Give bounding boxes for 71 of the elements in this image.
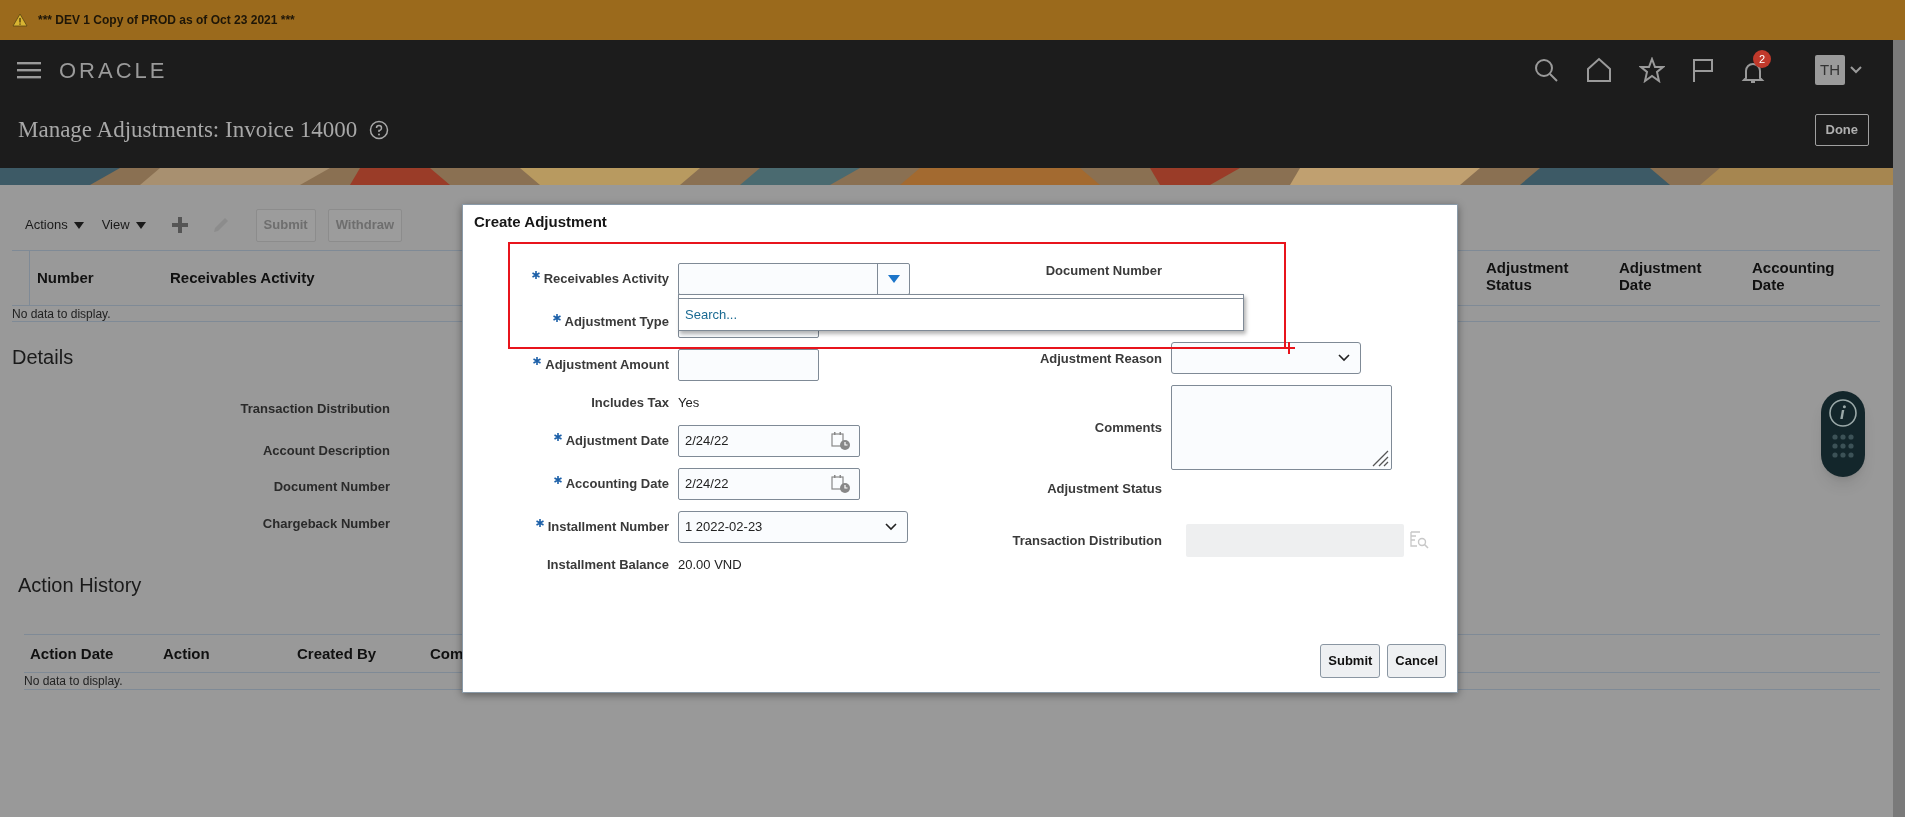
caret-down-icon[interactable] [73, 221, 84, 229]
combo-field[interactable] [678, 262, 910, 295]
field-label: Comments [1094, 419, 1162, 436]
section-title: Details [12, 345, 74, 370]
field-label: Transaction Distribution [240, 400, 390, 418]
date-field[interactable]: 2/24/22 [678, 424, 860, 457]
calendar-icon[interactable] [831, 473, 851, 494]
empty-message: No data to display. [24, 673, 123, 690]
info-widget[interactable] [1821, 391, 1865, 477]
menu-button[interactable]: Actions [25, 215, 84, 235]
column-header[interactable]: Adjustment Status [1486, 259, 1586, 293]
search-icon [1410, 531, 1429, 550]
banner-text: *** DEV 1 Copy of PROD as of Oct 23 2021 *** [38, 12, 295, 29]
dialog-title: Create Adjustment [474, 211, 607, 232]
field-label: Transaction Distribution [1012, 532, 1162, 549]
field-label: Chargeback Number [262, 514, 390, 533]
field-label: Installment Balance [546, 556, 669, 573]
star-icon[interactable] [1639, 57, 1665, 83]
field-label: Adjustment Reason [1039, 349, 1162, 367]
field-label: Includes Tax [591, 394, 669, 411]
menu-icon[interactable] [17, 61, 41, 79]
flag-icon[interactable] [1691, 57, 1715, 83]
calendar-icon[interactable] [831, 430, 851, 451]
warning-icon [12, 13, 28, 27]
field-label: Adjustment Type [564, 313, 669, 330]
select-field[interactable]: 1 2022-02-23 [678, 510, 908, 543]
menu-button[interactable]: View [101, 215, 146, 235]
section-title: Action History [18, 573, 142, 598]
column-header[interactable]: Action [163, 644, 210, 662]
chevron-down-icon[interactable] [885, 522, 897, 531]
add-icon[interactable] [171, 217, 188, 233]
field-label: Adjustment Status [1047, 479, 1162, 497]
home-icon[interactable] [1585, 57, 1613, 83]
field-label: Document Number [273, 478, 390, 496]
empty-message: No data to display. [12, 305, 111, 323]
column-header[interactable]: Com [430, 644, 464, 662]
crosshair-icon [1283, 342, 1295, 354]
scrollbar[interactable] [1893, 40, 1905, 817]
field-value: Yes [678, 393, 700, 412]
column-header[interactable]: Adjustment Date [1619, 259, 1719, 293]
field-value: 20.00 VND [678, 555, 742, 574]
logo[interactable]: ORACLE [59, 53, 168, 87]
comments-field[interactable] [1171, 385, 1392, 470]
column-header[interactable]: Number [37, 269, 94, 286]
column-header[interactable]: Action Date [30, 644, 114, 662]
chevron-down-icon[interactable] [1338, 354, 1350, 362]
field-label: Adjustment Date [565, 432, 669, 449]
field-label: Installment Number [547, 518, 669, 535]
user-avatar[interactable]: TH [1815, 55, 1845, 85]
select-field[interactable] [1171, 342, 1361, 374]
date-field[interactable]: 2/24/22 [678, 467, 860, 500]
input-field[interactable] [678, 348, 819, 381]
field-label: Account Description [262, 441, 390, 460]
done-button[interactable]: Done [1814, 114, 1869, 146]
field-label: Document Number [1045, 262, 1162, 279]
dialog-button[interactable]: Submit [1320, 644, 1381, 678]
dialog-button[interactable]: Cancel [1387, 644, 1446, 678]
caret-down-icon[interactable] [887, 274, 900, 283]
field-label: Receivables Activity [543, 270, 669, 287]
field-label: Accounting Date [565, 475, 669, 492]
notification-badge: 2 [1753, 50, 1771, 68]
chevron-down-icon[interactable] [1849, 65, 1863, 75]
help-icon[interactable] [369, 120, 390, 140]
search-icon[interactable] [1533, 57, 1559, 83]
column-header[interactable]: Receivables Activity [170, 269, 315, 286]
column-header[interactable]: Accounting Date [1752, 259, 1852, 293]
field-label: Adjustment Amount [545, 356, 669, 373]
info-icon[interactable] [1828, 398, 1858, 428]
caret-down-icon[interactable] [135, 221, 146, 229]
page-title: Manage Adjustments: Invoice 14000 [18, 115, 358, 144]
column-header[interactable]: Created By [297, 644, 377, 662]
